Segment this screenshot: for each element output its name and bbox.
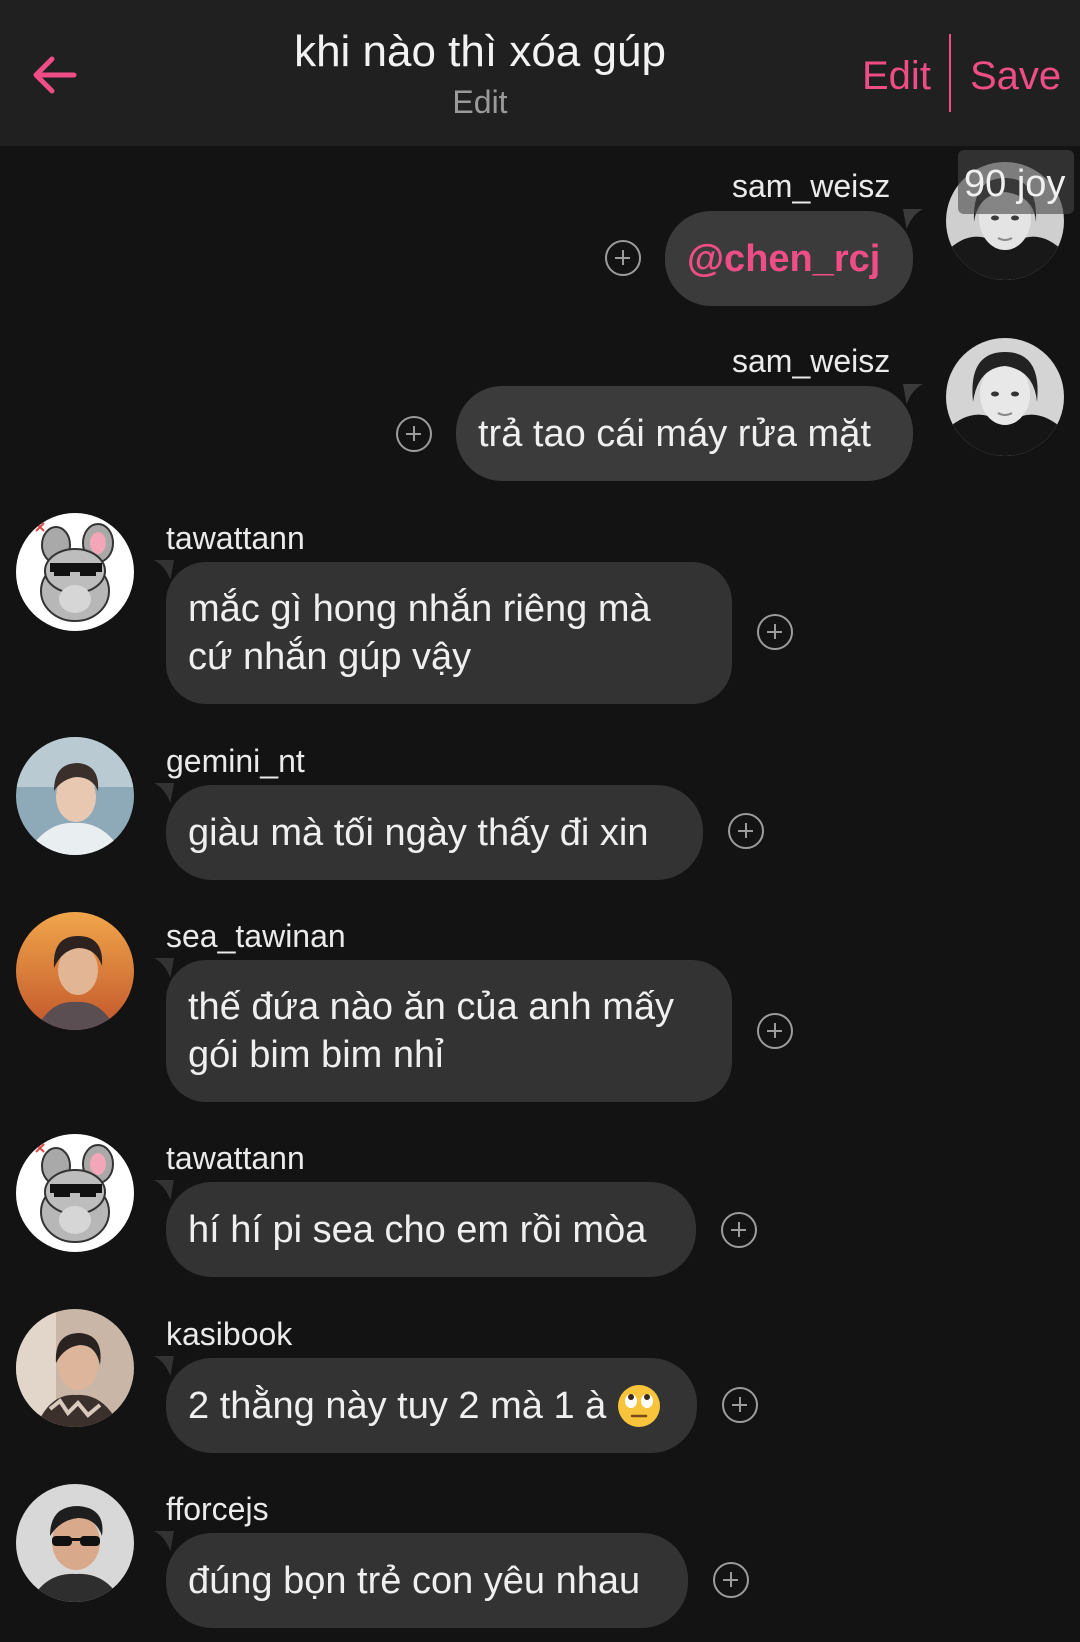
add-reaction-button[interactable] — [757, 1013, 793, 1049]
message-text: thế đứa nào ăn của anh mấy gói bim bim n… — [188, 986, 675, 1076]
header-divider — [949, 34, 951, 112]
bubble-tail — [154, 1356, 174, 1376]
save-button[interactable]: Save — [970, 50, 1061, 102]
arrow-left-icon — [33, 56, 77, 94]
avatar[interactable] — [16, 912, 134, 1030]
message-bubble[interactable]: @chen_rcj — [665, 211, 913, 306]
avatar-image — [16, 513, 134, 631]
message-text: 2 thằng này tuy 2 mà 1 à — [188, 1384, 607, 1427]
message-bubble[interactable]: đúng bọn trẻ con yêu nhau — [166, 1533, 688, 1628]
message-username: sea_tawinan — [166, 918, 346, 954]
message-username: sam_weisz — [732, 343, 891, 379]
message-text: trả tao cái máy rửa mặt — [478, 412, 871, 455]
avatar-name-tag-text: 90 joy — [964, 163, 1066, 205]
message-username: sam_weisz — [732, 168, 891, 204]
avatar[interactable] — [16, 1484, 134, 1602]
add-reaction-button[interactable] — [396, 416, 432, 452]
bubble-tail — [903, 209, 923, 229]
message-text: giàu mà tối ngày thấy đi xin — [188, 811, 649, 854]
avatar[interactable] — [16, 513, 134, 631]
message-username: tawattann — [166, 520, 305, 556]
avatar[interactable] — [16, 1309, 134, 1427]
bubble-tail — [154, 958, 174, 978]
page-title: khi nào thì xóa gúp — [294, 27, 666, 76]
message-bubble[interactable]: hí hí pi sea cho em rồi mòa — [166, 1182, 696, 1277]
avatar-name-tag: 90 joy — [958, 150, 1074, 214]
title-block: khi nào thì xóa gúp Edit — [200, 24, 760, 122]
message-text: đúng bọn trẻ con yêu nhau — [188, 1559, 641, 1602]
avatar-image — [16, 1134, 134, 1252]
add-reaction-button[interactable] — [728, 813, 764, 849]
message-bubble[interactable]: trả tao cái máy rửa mặt — [456, 386, 913, 481]
header-bar: khi nào thì xóa gúp Edit Edit Save — [0, 0, 1080, 146]
message-bubble[interactable]: mắc gì hong nhắn riêng mà cứ nhắn gúp vậ… — [166, 562, 732, 704]
avatar[interactable] — [946, 338, 1064, 456]
message-text: @chen_rcj — [687, 237, 881, 280]
add-reaction-button[interactable] — [722, 1387, 758, 1423]
bubble-tail — [154, 1180, 174, 1200]
bubble-tail — [154, 783, 174, 803]
avatar-image — [16, 737, 134, 855]
message-bubble[interactable]: 2 thằng này tuy 2 mà 1 à — [166, 1358, 697, 1453]
face-with-rolling-eyes-icon — [618, 1384, 661, 1427]
message-text: hí hí pi sea cho em rồi mòa — [188, 1208, 647, 1251]
page-subtitle: Edit — [452, 84, 508, 120]
message-username: kasibook — [166, 1316, 293, 1352]
avatar[interactable] — [16, 737, 134, 855]
avatar-image — [16, 1309, 134, 1427]
add-reaction-button[interactable] — [721, 1212, 757, 1248]
add-reaction-button[interactable] — [713, 1562, 749, 1598]
message-username: tawattann — [166, 1140, 305, 1176]
avatar-image — [16, 912, 134, 1030]
edit-button[interactable]: Edit — [862, 50, 931, 102]
bubble-tail — [154, 1531, 174, 1551]
message-username: gemini_nt — [166, 743, 305, 779]
back-button[interactable] — [30, 40, 120, 110]
bubble-tail — [154, 560, 174, 580]
message-bubble[interactable]: thế đứa nào ăn của anh mấy gói bim bim n… — [166, 960, 732, 1102]
add-reaction-button[interactable] — [757, 614, 793, 650]
avatar-image — [946, 338, 1064, 456]
message-bubble[interactable]: giàu mà tối ngày thấy đi xin — [166, 785, 703, 880]
avatar-image — [16, 1484, 134, 1602]
bubble-tail — [903, 384, 923, 404]
message-text: mắc gì hong nhắn riêng mà cứ nhắn gúp vậ… — [188, 588, 651, 678]
message-username: fforcejs — [166, 1491, 269, 1527]
add-reaction-button[interactable] — [605, 240, 641, 276]
avatar[interactable] — [16, 1134, 134, 1252]
